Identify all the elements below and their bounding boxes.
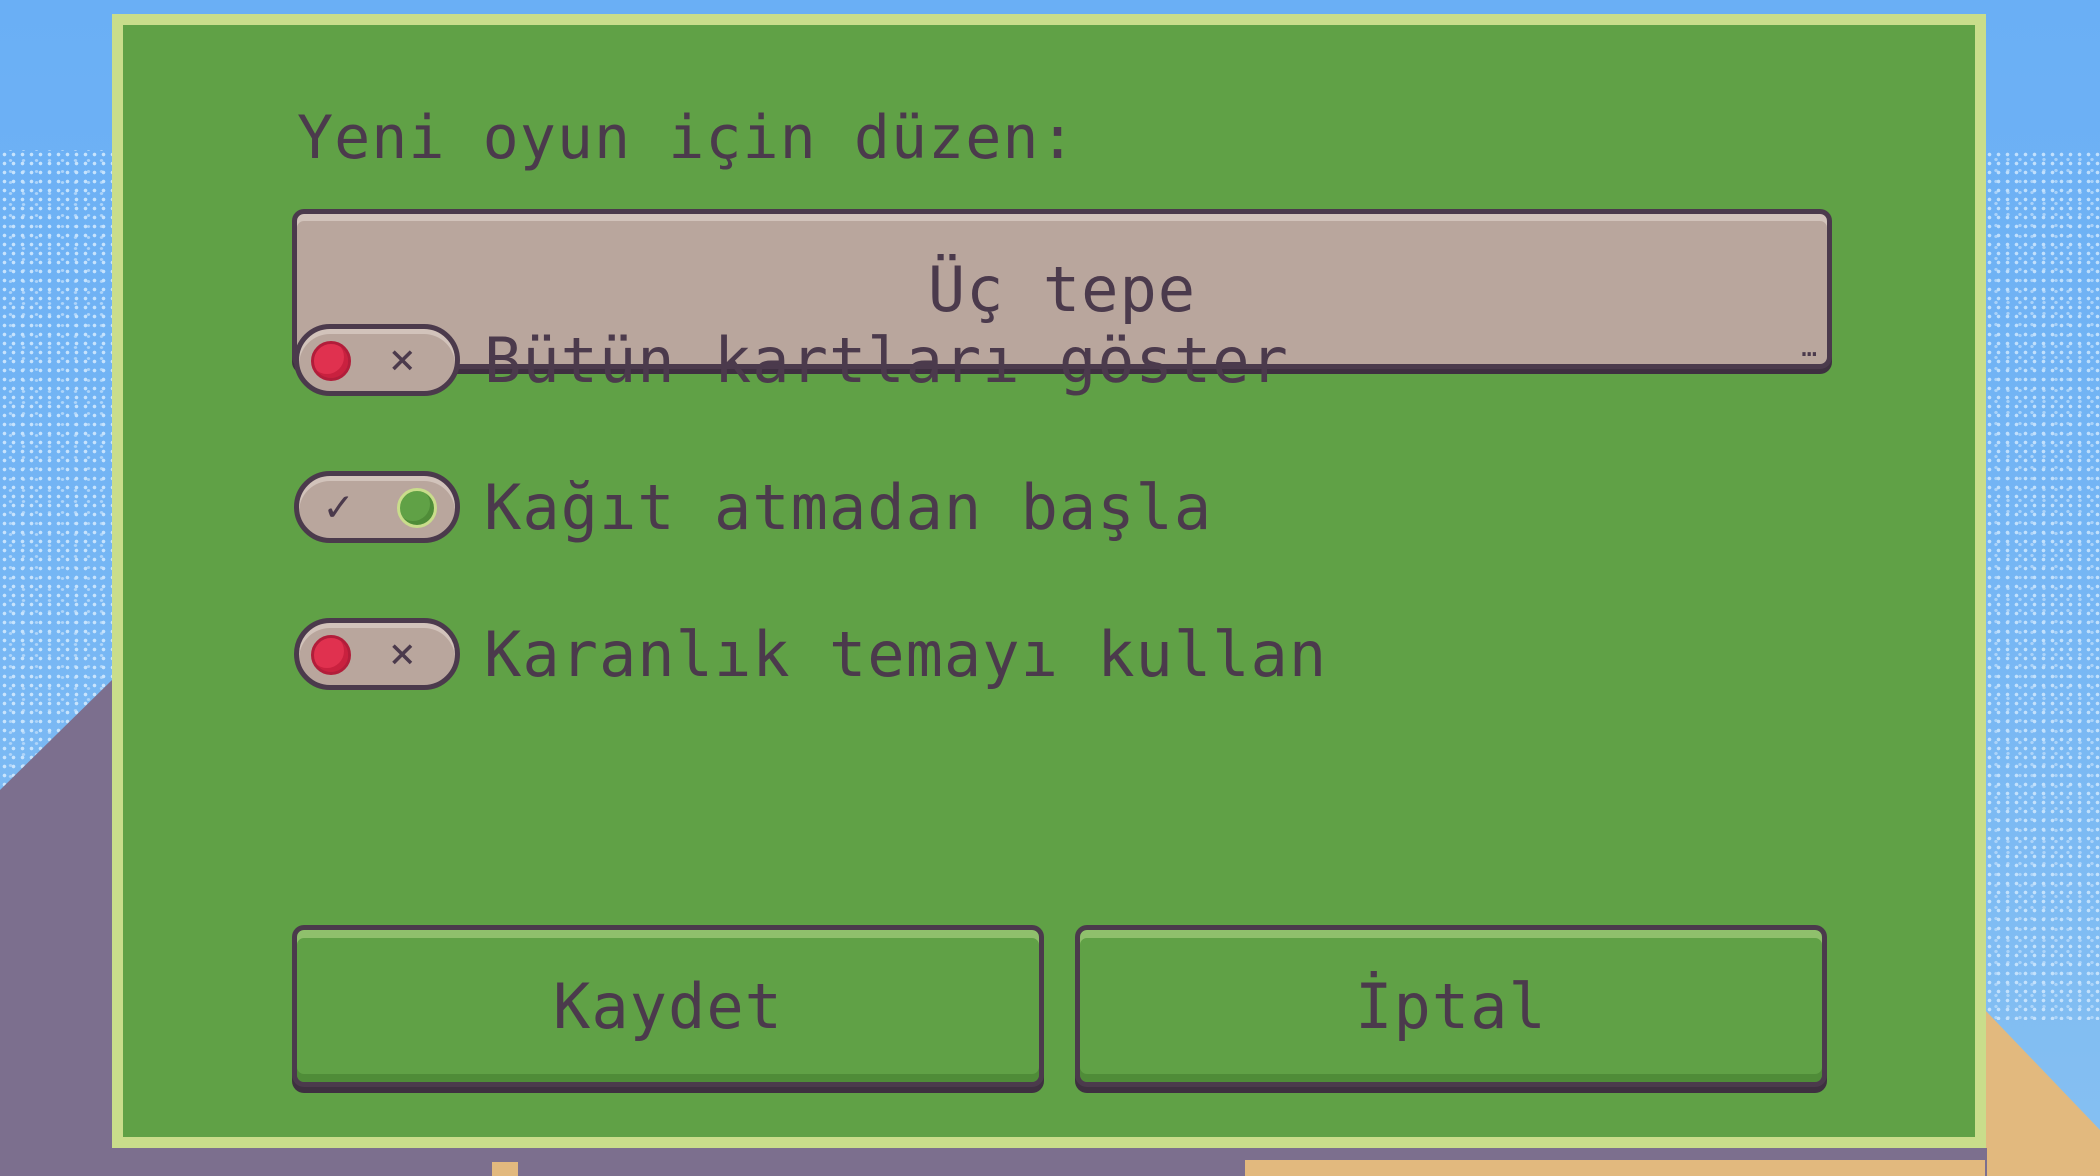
option-dark-theme[interactable]: × Karanlık temayı kullan	[294, 614, 1327, 694]
checkmark-icon: ✓	[325, 481, 352, 532]
dialog-title: Yeni oyun için düzen:	[297, 103, 1077, 173]
option-show-all-cards[interactable]: × Bütün kartları göster	[294, 320, 1289, 400]
toggle-show-all-cards[interactable]: ×	[294, 324, 460, 396]
toggle-knob-on	[397, 488, 437, 528]
cloud-right	[1985, 150, 2100, 1020]
toggle-knob-off	[311, 341, 351, 381]
cancel-button-label: İptal	[1355, 969, 1547, 1043]
sand-patch	[492, 1162, 518, 1176]
new-game-dialog: Yeni oyun için düzen: Üç tepe … × Bütün …	[112, 14, 1986, 1148]
toggle-dark-theme[interactable]: ×	[294, 618, 460, 690]
preset-value: Üç tepe	[927, 252, 1197, 326]
cross-icon: ×	[389, 334, 416, 385]
option-start-without-discard[interactable]: ✓ Kağıt atmadan başla	[294, 467, 1212, 547]
toggle-start-without-discard[interactable]: ✓	[294, 471, 460, 543]
option-label: Karanlık temayı kullan	[484, 617, 1328, 691]
save-button[interactable]: Kaydet	[292, 925, 1044, 1087]
option-label: Bütün kartları göster	[484, 323, 1289, 397]
sand-bottom	[1245, 1160, 1985, 1176]
option-label: Kağıt atmadan başla	[484, 470, 1213, 544]
cancel-button[interactable]: İptal	[1075, 925, 1827, 1087]
cross-icon: ×	[389, 628, 416, 679]
save-button-label: Kaydet	[553, 969, 783, 1043]
ellipsis-icon: …	[1801, 333, 1817, 363]
toggle-knob-off	[311, 635, 351, 675]
